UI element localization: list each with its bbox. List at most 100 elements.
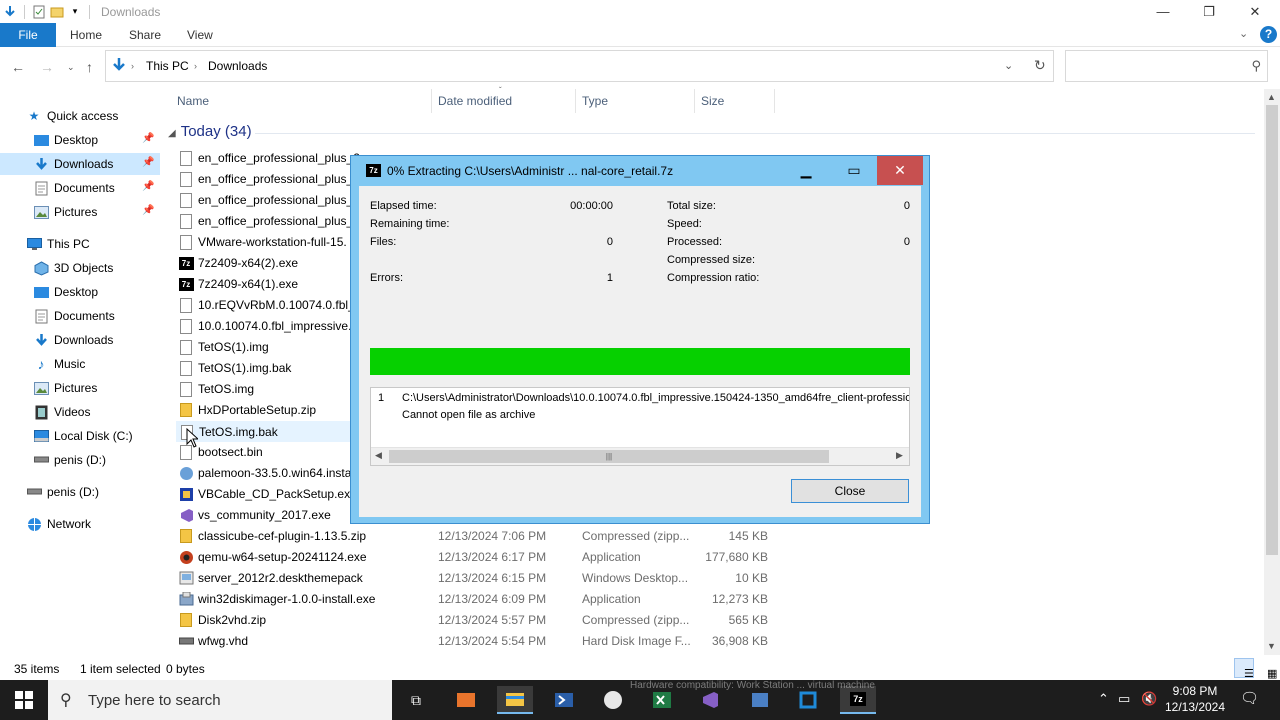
customize-toolbar-icon[interactable]: ▾ bbox=[67, 4, 83, 20]
scroll-left-icon[interactable]: ◀ bbox=[375, 450, 382, 461]
dialog-maximize-button[interactable]: ▭ bbox=[831, 156, 877, 185]
dialog-close-button[interactable]: ✕ bbox=[877, 156, 923, 185]
log-horizontal-scrollbar[interactable]: ◀ ||| ▶ bbox=[371, 447, 909, 465]
vertical-scrollbar[interactable]: ▲ ▼ bbox=[1264, 89, 1280, 655]
7z-icon: 7z bbox=[178, 276, 194, 292]
tab-share[interactable]: Share bbox=[129, 23, 161, 47]
sidebar-item-this-pc[interactable]: This PC bbox=[0, 233, 160, 255]
forward-arrow-icon[interactable]: → bbox=[40, 59, 54, 75]
file-name: en_office_professional_plus_2 bbox=[198, 172, 360, 186]
file-type: Compressed (zipp... bbox=[582, 529, 690, 543]
volume-muted-icon[interactable]: 🔇 bbox=[1141, 691, 1157, 707]
scrollbar-thumb[interactable]: ||| bbox=[389, 450, 829, 463]
file-name: VBCable_CD_PackSetup.exe bbox=[198, 487, 357, 501]
file-row[interactable]: server_2012r2.deskthemepack 12/13/2024 6:… bbox=[176, 568, 776, 589]
tab-file[interactable]: File bbox=[0, 23, 56, 47]
sidebar-item-local-disk[interactable]: Local Disk (C:) bbox=[0, 425, 160, 447]
sidebar-item-downloads[interactable]: Downloads bbox=[0, 329, 160, 351]
sidebar-item-downloads[interactable]: Downloads 📌 bbox=[0, 153, 160, 175]
address-history-dropdown-icon[interactable]: ⌄ bbox=[1004, 59, 1013, 72]
file-name: wfwg.vhd bbox=[198, 634, 249, 648]
file-name: 10.rEQVvRbM.0.10074.0.fbl_in bbox=[198, 298, 365, 312]
scroll-down-icon[interactable]: ▼ bbox=[1267, 641, 1276, 651]
close-button[interactable]: Close bbox=[791, 479, 909, 503]
column-header-size[interactable]: Size bbox=[695, 89, 775, 113]
network-status-icon[interactable]: ▭ bbox=[1118, 691, 1130, 707]
navigation-pane: ★ Quick access Desktop 📌 Downloads 📌 Doc… bbox=[0, 100, 160, 655]
back-arrow-icon[interactable]: ← bbox=[11, 59, 25, 75]
search-input[interactable]: ⚲ bbox=[1065, 50, 1268, 82]
file-row[interactable]: Disk2vhd.zip 12/13/2024 5:57 PM Compressed… bbox=[176, 610, 776, 631]
file-name: TetOS.img.bak bbox=[199, 425, 278, 439]
taskbar-search-box[interactable]: ⚲ Type here to search bbox=[48, 680, 392, 720]
sidebar-item-videos[interactable]: Videos bbox=[0, 401, 160, 423]
tab-home[interactable]: Home bbox=[70, 23, 102, 47]
breadcrumb-separator-icon[interactable]: › bbox=[194, 61, 197, 71]
taskbar-clock[interactable]: 9:08 PM 12/13/2024 bbox=[1160, 683, 1230, 715]
powershell-icon[interactable] bbox=[546, 686, 582, 714]
network-icon bbox=[26, 516, 42, 532]
download-folder-icon bbox=[33, 332, 49, 348]
help-icon[interactable]: ? bbox=[1260, 26, 1277, 43]
file-row[interactable]: classicube-cef-plugin-1.13.5.zip 12/13/20… bbox=[176, 526, 776, 547]
refresh-icon[interactable]: ↻ bbox=[1034, 57, 1046, 74]
clock-time: 9:08 PM bbox=[1172, 684, 1218, 698]
error-log-list[interactable]: 1 C:\Users\Administrator\Downloads\10.0.… bbox=[370, 387, 910, 466]
new-folder-icon[interactable] bbox=[49, 4, 65, 20]
log-message: Cannot open file as archive bbox=[402, 409, 536, 421]
start-button[interactable] bbox=[0, 680, 48, 720]
sidebar-item-label: Documents bbox=[54, 309, 115, 323]
column-header-date-modified[interactable]: Date modified bbox=[432, 89, 576, 113]
browser-icon[interactable] bbox=[595, 686, 631, 714]
sidebar-item-penis-drive[interactable]: penis (D:) bbox=[0, 449, 160, 471]
sidebar-item-documents[interactable]: Documents bbox=[0, 305, 160, 327]
maximize-button[interactable]: ❐ bbox=[1186, 0, 1232, 23]
download-arrow-icon[interactable] bbox=[2, 4, 18, 20]
recent-locations-icon[interactable]: ⌄ bbox=[67, 62, 75, 73]
sidebar-item-desktop[interactable]: Desktop 📌 bbox=[0, 129, 160, 151]
sidebar-item-label: Downloads bbox=[54, 333, 114, 347]
close-window-button[interactable]: ✕ bbox=[1232, 0, 1278, 23]
scroll-right-icon[interactable]: ▶ bbox=[896, 450, 903, 461]
properties-icon[interactable] bbox=[31, 4, 47, 20]
column-header-name[interactable]: Name bbox=[171, 89, 432, 113]
file-name: 10.0.10074.0.fbl_impressive.15 bbox=[198, 319, 365, 333]
sidebar-item-network[interactable]: Network bbox=[0, 513, 160, 535]
breadcrumb-separator-icon[interactable]: › bbox=[131, 61, 134, 71]
file-explorer-icon[interactable] bbox=[497, 686, 533, 714]
group-header-today[interactable]: ◢ Today (34) bbox=[168, 123, 252, 140]
dialog-minimize-button[interactable]: ▁ bbox=[783, 156, 829, 185]
file-row[interactable]: qemu-w64-setup-20241124.exe 12/13/2024 6:… bbox=[176, 547, 776, 568]
large-icons-view-button[interactable]: ▦ bbox=[1257, 658, 1277, 680]
sidebar-item-pictures[interactable]: Pictures bbox=[0, 377, 160, 399]
task-view-icon[interactable]: ⧉ bbox=[398, 686, 434, 714]
tray-overflow-icon[interactable]: ⌃ bbox=[1098, 691, 1109, 707]
file-row[interactable]: win32diskimager-1.0.0-install.exe 12/13/2… bbox=[176, 589, 776, 610]
taskbar-app-tools-icon[interactable] bbox=[448, 686, 484, 714]
dialog-titlebar[interactable]: 7z 0% Extracting C:\Users\Administr ... … bbox=[351, 156, 929, 185]
details-view-button[interactable]: ☰ bbox=[1234, 658, 1254, 680]
theme-pack-icon bbox=[178, 570, 194, 586]
column-header-type[interactable]: Type bbox=[576, 89, 695, 113]
sidebar-item-label: Desktop bbox=[54, 285, 99, 299]
action-center-icon[interactable]: 🗨 bbox=[1240, 689, 1259, 707]
minimize-button[interactable]: — bbox=[1140, 0, 1186, 23]
zip-icon bbox=[178, 402, 194, 418]
quick-access-toolbar: ▾ bbox=[0, 0, 94, 23]
sidebar-item-3d-objects[interactable]: 3D Objects bbox=[0, 257, 160, 279]
sidebar-item-desktop[interactable]: Desktop bbox=[0, 281, 160, 303]
file-row[interactable]: wfwg.vhd 12/13/2024 5:54 PM Hard Disk Imag… bbox=[176, 631, 776, 652]
sidebar-item-music[interactable]: ♪ Music bbox=[0, 353, 160, 375]
expand-ribbon-icon[interactable]: ⌄ bbox=[1239, 27, 1248, 40]
sidebar-item-pictures[interactable]: Pictures 📌 bbox=[0, 201, 160, 223]
scrollbar-thumb[interactable] bbox=[1266, 105, 1278, 555]
sidebar-item-penis-drive[interactable]: penis (D:) bbox=[0, 481, 160, 503]
breadcrumb-downloads[interactable]: Downloads bbox=[208, 59, 267, 73]
sidebar-item-quick-access[interactable]: ★ Quick access bbox=[0, 105, 160, 127]
up-arrow-icon[interactable]: ↑ bbox=[86, 59, 93, 75]
address-bar[interactable]: › This PC › Downloads ⌄ ↻ bbox=[105, 50, 1054, 82]
tab-view[interactable]: View bbox=[187, 23, 213, 47]
scroll-up-icon[interactable]: ▲ bbox=[1267, 92, 1276, 102]
breadcrumb-this-pc[interactable]: This PC bbox=[146, 59, 189, 73]
sidebar-item-documents[interactable]: Documents 📌 bbox=[0, 177, 160, 199]
